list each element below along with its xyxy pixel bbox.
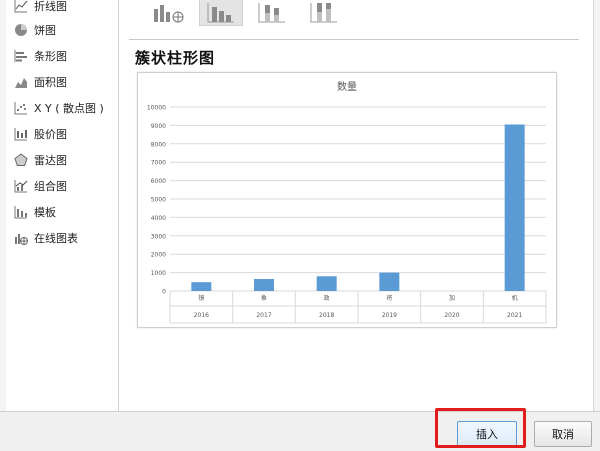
- percent-column-icon: [310, 2, 337, 22]
- sidebar-item-label: 股价图: [34, 128, 67, 141]
- x-year-label: 2019: [382, 312, 397, 319]
- divider: [129, 39, 579, 40]
- template-icon: [14, 206, 27, 219]
- x-category-label: 政: [324, 294, 330, 302]
- bar: [504, 124, 525, 291]
- sidebar-item-label: 模板: [34, 206, 56, 219]
- sidebar-item-online[interactable]: 在线图表: [14, 228, 78, 248]
- sidebar-item-radar[interactable]: 雷达图: [14, 150, 67, 170]
- chart-subtype-title: 簇状柱形图: [135, 49, 216, 67]
- scatter-chart-icon: [14, 102, 27, 115]
- x-year-label: 2018: [319, 312, 334, 319]
- sidebar-item-template[interactable]: 模板: [14, 202, 56, 222]
- insert-button[interactable]: 插入: [457, 421, 517, 447]
- y-tick-label: 7000: [151, 160, 166, 167]
- cancel-button[interactable]: 取消: [534, 421, 592, 447]
- x-category-label: 象: [261, 294, 267, 302]
- sidebar-item-label: 条形图: [34, 50, 67, 63]
- x-year-label: 2021: [507, 312, 522, 319]
- sidebar-item-area[interactable]: 面积图: [14, 72, 67, 92]
- y-tick-label: 0: [162, 289, 166, 296]
- sidebar-item-label: 雷达图: [34, 154, 67, 167]
- window-right-edge: [593, 0, 600, 450]
- x-category-label: 将: [386, 294, 392, 302]
- clustered-column-icon: [207, 2, 234, 22]
- x-category-label: 加: [449, 294, 455, 302]
- y-tick-label: 6000: [151, 178, 166, 185]
- chart-type-sidebar: 折线图 饼图 条形图 面积图 X Y ( 散点图 ) 股价图 雷达图 组合图 模…: [6, 0, 119, 411]
- chart-title: 数量: [337, 80, 357, 93]
- sidebar-item-scatter[interactable]: X Y ( 散点图 ): [14, 98, 104, 118]
- online-chart-icon: [15, 234, 28, 245]
- chart-canvas: 数量 0 1000 2000 3000 4000 5000 6000 7000 8000 9000 1…: [147, 80, 547, 324]
- sidebar-item-label: 在线图表: [34, 232, 78, 245]
- chart-preview-panel: 簇状柱形图 数量 0 1000 2000 3000 4000 5000 6000 7000 800…: [119, 0, 593, 411]
- x-category-label: 镜: [198, 294, 204, 302]
- subtype-thumb-online-column[interactable]: [147, 0, 189, 25]
- x-category-label: 机: [512, 294, 518, 302]
- y-tick-label: 5000: [151, 197, 166, 204]
- area-chart-icon: [15, 78, 27, 88]
- sidebar-item-pie[interactable]: 饼图: [14, 20, 56, 40]
- x-year-label: 2017: [256, 312, 271, 319]
- y-tick-label: 8000: [151, 141, 166, 148]
- radar-chart-icon: [14, 153, 28, 166]
- sidebar-item-combo[interactable]: 组合图: [14, 176, 67, 196]
- chart-preview: 数量 0 1000 2000 3000 4000 5000 6000 7000 8000 9000 1…: [137, 72, 557, 328]
- bar: [254, 279, 274, 291]
- sidebar-item-line[interactable]: 折线图: [14, 0, 67, 16]
- subtype-thumb-percent-column[interactable]: [303, 0, 345, 25]
- x-year-label: 2016: [194, 312, 209, 319]
- pie-chart-icon: [15, 24, 27, 36]
- line-chart-icon: [14, 0, 28, 13]
- stacked-column-icon: [258, 2, 285, 22]
- sidebar-item-bar[interactable]: 条形图: [14, 46, 67, 66]
- subtype-thumb-stacked-column[interactable]: [251, 0, 293, 25]
- sidebar-item-stock[interactable]: 股价图: [14, 124, 67, 144]
- x-year-label: 2020: [444, 312, 459, 319]
- sidebar-item-label: 组合图: [34, 180, 67, 193]
- y-tick-label: 9000: [151, 123, 166, 130]
- y-tick-label: 10000: [147, 105, 166, 112]
- subtype-thumb-clustered-column[interactable]: [199, 0, 243, 26]
- y-tick-label: 2000: [151, 252, 166, 259]
- y-tick-label: 3000: [151, 233, 166, 240]
- column-globe-icon: [154, 4, 184, 22]
- sidebar-item-label: 折线图: [34, 0, 67, 13]
- bar: [316, 276, 337, 291]
- y-tick-label: 4000: [151, 215, 166, 222]
- stock-chart-icon: [14, 128, 27, 141]
- sidebar-item-label: 面积图: [34, 76, 67, 89]
- sidebar-item-label: 饼图: [34, 24, 56, 37]
- bar: [191, 282, 212, 291]
- y-tick-label: 1000: [151, 270, 166, 277]
- bar-chart-icon: [14, 50, 27, 62]
- combo-chart-icon: [14, 180, 28, 193]
- sidebar-item-label: X Y ( 散点图 ): [34, 102, 104, 115]
- bar: [379, 272, 400, 291]
